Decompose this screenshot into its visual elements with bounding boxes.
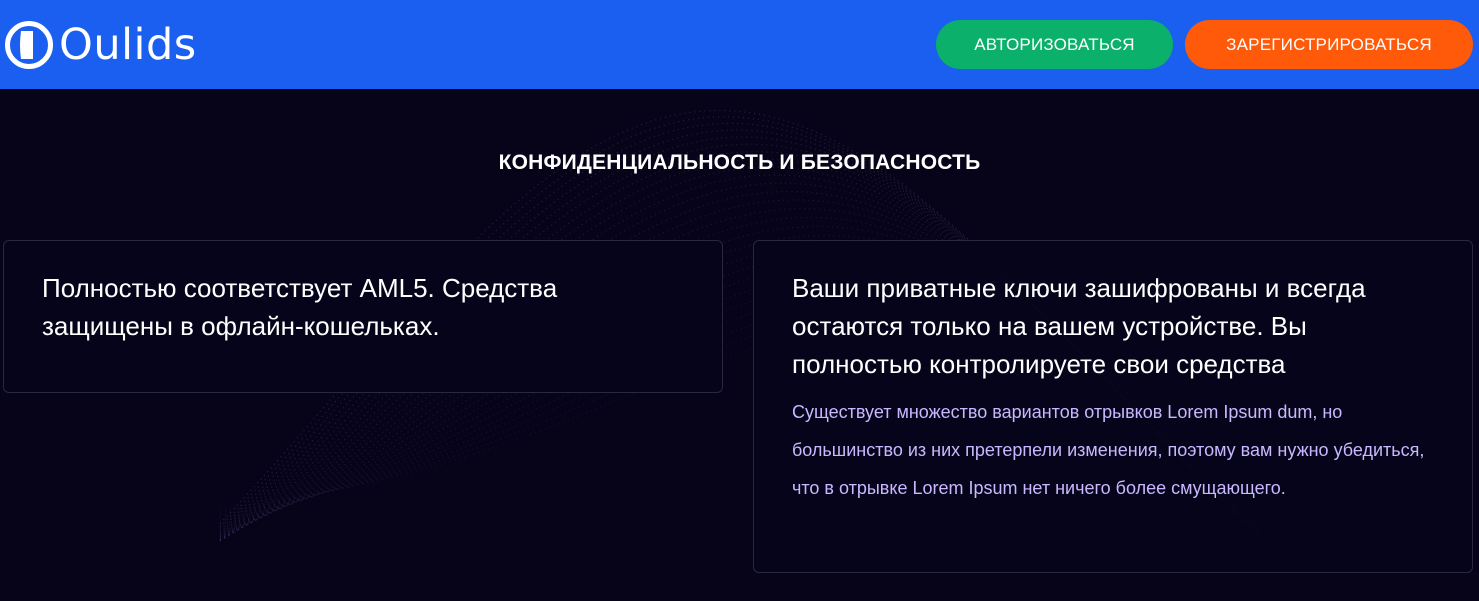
security-section: КОНФИДЕНЦИАЛЬНОСТЬ И БЕЗОПАСНОСТЬ Полнос… [0, 89, 1479, 601]
site-header: Oulids АВТОРИЗОВАТЬСЯ ЗАРЕГИСТРИРОВАТЬСЯ [0, 0, 1479, 89]
card-description: Существует множество вариантов отрывков … [792, 402, 1425, 498]
login-button[interactable]: АВТОРИЗОВАТЬСЯ [936, 20, 1173, 69]
feature-card-private-keys: Ваши приватные ключи зашифрованы и всегд… [753, 240, 1473, 573]
section-title: КОНФИДЕНЦИАЛЬНОСТЬ И БЕЗОПАСНОСТЬ [498, 151, 981, 174]
card-heading: Полностью соответствует AML5. Средства з… [42, 273, 558, 341]
register-button[interactable]: ЗАРЕГИСТРИРОВАТЬСЯ [1185, 20, 1473, 69]
logo-link[interactable]: Oulids [3, 18, 197, 72]
feature-card-aml: Полностью соответствует AML5. Средства з… [3, 240, 723, 393]
card-heading: Ваши приватные ключи зашифрованы и всегд… [792, 273, 1366, 379]
logo-text: Oulids [59, 20, 197, 70]
ring-logo-icon [5, 21, 53, 69]
